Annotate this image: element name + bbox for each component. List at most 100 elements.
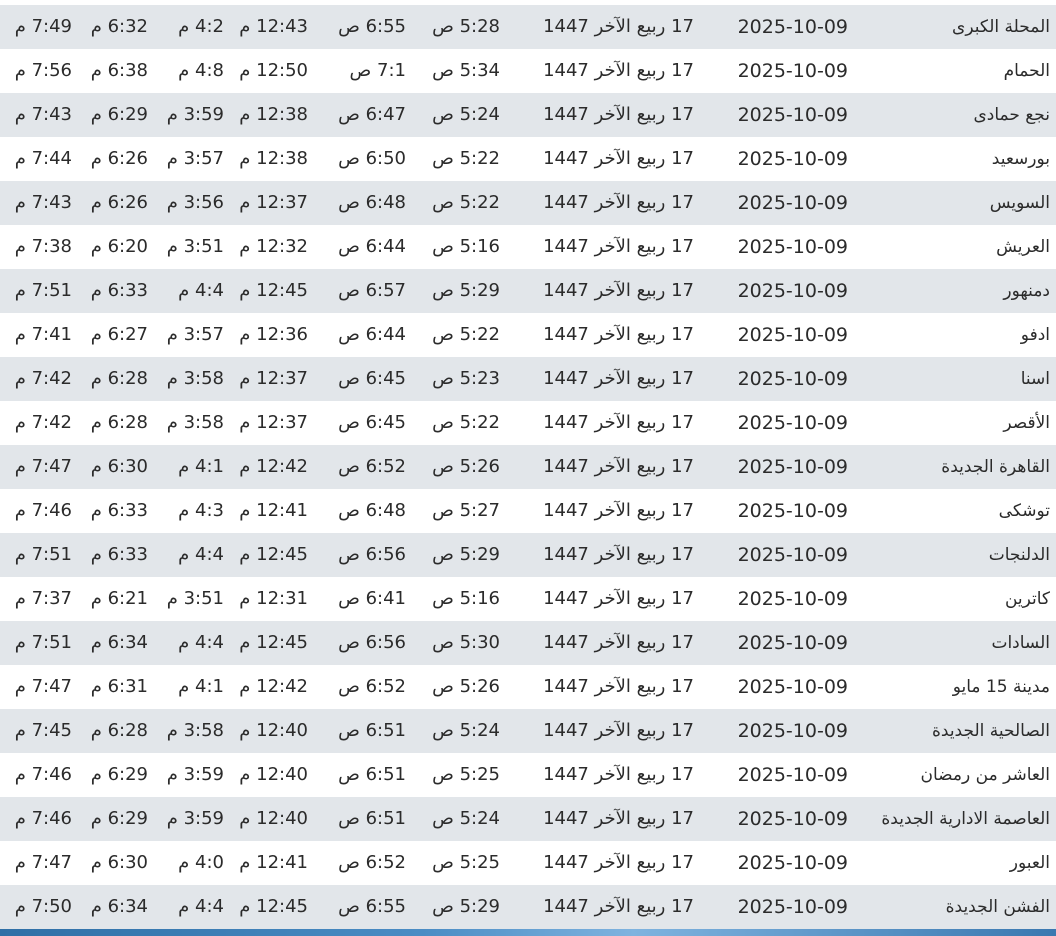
hijri-date: 17 ربيع الآخر 1447 xyxy=(543,808,694,829)
gregorian-date: 2025-10-09 xyxy=(737,456,848,478)
city-name: اسنا xyxy=(1020,369,1050,389)
gregorian-date: 2025-10-09 xyxy=(737,412,848,434)
gregorian-date: 2025-10-09 xyxy=(737,764,848,786)
hijri-date: 17 ربيع الآخر 1447 xyxy=(543,632,694,653)
hijri-date: 17 ربيع الآخر 1447 xyxy=(543,192,694,213)
gregorian-date: 2025-10-09 xyxy=(737,852,848,874)
gregorian-date: 2025-10-09 xyxy=(737,192,848,214)
isha-time: 7:45 م xyxy=(14,720,72,741)
isha-time: 7:47 م xyxy=(14,852,72,873)
table-row: الحمام 2025-10-09 17 ربيع الآخر 1447 5:34 ص… xyxy=(0,49,1056,93)
asr-time: 4:8 م xyxy=(178,60,224,81)
dhuhr-time: 12:45 م xyxy=(239,632,308,653)
table-row: الصالحية الجديدة 2025-10-09 17 ربيع الآخر … xyxy=(0,709,1056,753)
gregorian-date: 2025-10-09 xyxy=(737,720,848,742)
isha-time: 7:51 م xyxy=(14,280,72,301)
isha-time: 7:50 م xyxy=(14,896,72,917)
fajr-time: 5:29 ص xyxy=(432,544,500,565)
fajr-time: 5:29 ص xyxy=(432,280,500,301)
dhuhr-time: 12:38 م xyxy=(239,148,308,169)
sunrise-time: 6:55 ص xyxy=(338,896,406,917)
sunrise-time: 6:51 ص xyxy=(338,808,406,829)
asr-time: 4:1 م xyxy=(178,456,224,477)
maghrib-time: 6:28 م xyxy=(90,368,148,389)
fajr-time: 5:26 ص xyxy=(432,676,500,697)
asr-time: 3:58 م xyxy=(166,412,224,433)
maghrib-time: 6:27 م xyxy=(90,324,148,345)
asr-time: 3:57 م xyxy=(166,324,224,345)
table-row: العاصمة الادارية الجديدة 2025-10-09 17 ربي… xyxy=(0,797,1056,841)
dhuhr-time: 12:37 م xyxy=(239,368,308,389)
fajr-time: 5:24 ص xyxy=(432,104,500,125)
dhuhr-time: 12:37 م xyxy=(239,192,308,213)
dhuhr-time: 12:38 م xyxy=(239,104,308,125)
hijri-date: 17 ربيع الآخر 1447 xyxy=(543,104,694,125)
isha-time: 7:49 م xyxy=(14,16,72,37)
asr-time: 3:51 م xyxy=(166,236,224,257)
sunrise-time: 6:48 ص xyxy=(338,192,406,213)
asr-time: 4:0 م xyxy=(178,852,224,873)
isha-time: 7:44 م xyxy=(14,148,72,169)
city-name: نجع حمادى xyxy=(973,105,1050,125)
asr-time: 4:1 م xyxy=(178,676,224,697)
isha-time: 7:46 م xyxy=(14,500,72,521)
hijri-date: 17 ربيع الآخر 1447 xyxy=(543,280,694,301)
dhuhr-time: 12:32 م xyxy=(239,236,308,257)
fajr-time: 5:16 ص xyxy=(432,588,500,609)
isha-time: 7:47 م xyxy=(14,676,72,697)
city-name: مدينة 15 مايو xyxy=(952,677,1050,697)
hijri-date: 17 ربيع الآخر 1447 xyxy=(543,500,694,521)
gregorian-date: 2025-10-09 xyxy=(737,368,848,390)
city-name: القاهرة الجديدة xyxy=(941,457,1050,477)
gregorian-date: 2025-10-09 xyxy=(737,544,848,566)
dhuhr-time: 12:40 م xyxy=(239,808,308,829)
isha-time: 7:51 م xyxy=(14,544,72,565)
maghrib-time: 6:28 م xyxy=(90,720,148,741)
gregorian-date: 2025-10-09 xyxy=(737,808,848,830)
fajr-time: 5:22 ص xyxy=(432,148,500,169)
dhuhr-time: 12:41 م xyxy=(239,500,308,521)
asr-time: 3:56 م xyxy=(166,192,224,213)
hijri-date: 17 ربيع الآخر 1447 xyxy=(543,764,694,785)
maghrib-time: 6:34 م xyxy=(90,632,148,653)
sunrise-time: 6:55 ص xyxy=(338,16,406,37)
sunrise-time: 6:57 ص xyxy=(338,280,406,301)
dhuhr-time: 12:45 م xyxy=(239,280,308,301)
city-name: العاشر من رمضان xyxy=(920,765,1050,785)
hijri-date: 17 ربيع الآخر 1447 xyxy=(543,412,694,433)
hijri-date: 17 ربيع الآخر 1447 xyxy=(543,16,694,37)
asr-time: 3:59 م xyxy=(166,104,224,125)
city-name: العبور xyxy=(1009,853,1050,873)
hijri-date: 17 ربيع الآخر 1447 xyxy=(543,720,694,741)
fajr-time: 5:24 ص xyxy=(432,720,500,741)
city-name: المحلة الكبرى xyxy=(952,17,1050,37)
sunrise-time: 6:52 ص xyxy=(338,456,406,477)
hijri-date: 17 ربيع الآخر 1447 xyxy=(543,896,694,917)
maghrib-time: 6:33 م xyxy=(90,544,148,565)
hijri-date: 17 ربيع الآخر 1447 xyxy=(543,588,694,609)
city-name: كاترين xyxy=(1004,589,1050,609)
sunrise-time: 6:51 ص xyxy=(338,764,406,785)
gregorian-date: 2025-10-09 xyxy=(737,16,848,38)
table-row: العاشر من رمضان 2025-10-09 17 ربيع الآخر 1… xyxy=(0,753,1056,797)
table-row: دمنهور 2025-10-09 17 ربيع الآخر 1447 5:29 ص… xyxy=(0,269,1056,313)
city-name: دمنهور xyxy=(1003,281,1050,301)
city-name: الحمام xyxy=(1003,61,1050,81)
hijri-date: 17 ربيع الآخر 1447 xyxy=(543,236,694,257)
table-row: بورسعيد 2025-10-09 17 ربيع الآخر 1447 5:22 … xyxy=(0,137,1056,181)
bottom-scroll-bar[interactable] xyxy=(0,929,1056,936)
sunrise-time: 6:48 ص xyxy=(338,500,406,521)
maghrib-time: 6:38 م xyxy=(90,60,148,81)
table-row: كاترين 2025-10-09 17 ربيع الآخر 1447 5:16 ص… xyxy=(0,577,1056,621)
city-name: الصالحية الجديدة xyxy=(932,721,1050,741)
hijri-date: 17 ربيع الآخر 1447 xyxy=(543,324,694,345)
dhuhr-time: 12:50 م xyxy=(239,60,308,81)
asr-time: 4:3 م xyxy=(178,500,224,521)
hijri-date: 17 ربيع الآخر 1447 xyxy=(543,852,694,873)
isha-time: 7:43 م xyxy=(14,104,72,125)
isha-time: 7:43 م xyxy=(14,192,72,213)
table-row: السويس 2025-10-09 17 ربيع الآخر 1447 5:22 ص… xyxy=(0,181,1056,225)
maghrib-time: 6:26 م xyxy=(90,192,148,213)
hijri-date: 17 ربيع الآخر 1447 xyxy=(543,676,694,697)
city-name: الفشن الجديدة xyxy=(945,897,1050,917)
